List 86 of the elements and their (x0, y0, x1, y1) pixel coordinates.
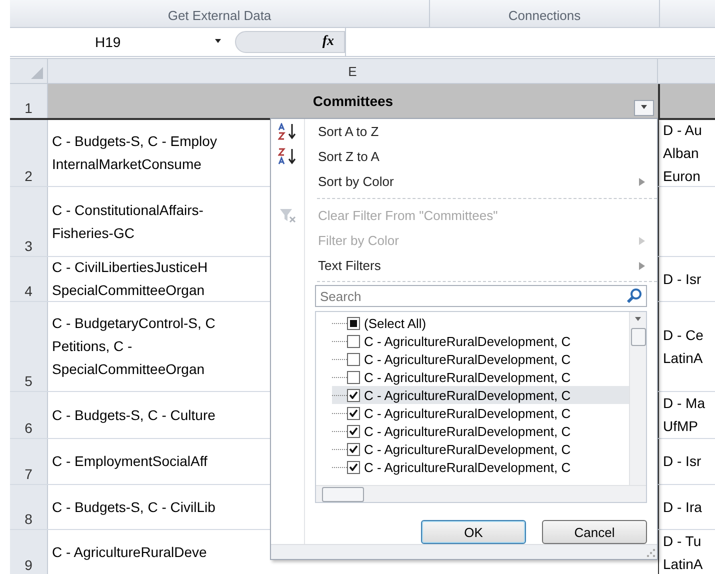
filter-value: C - AgricultureRuralDevelopment, C (364, 406, 571, 420)
scroll-thumb[interactable] (322, 486, 364, 502)
checkbox[interactable] (347, 388, 360, 402)
sort-ascending-icon (278, 123, 298, 140)
clear-filter-icon (279, 208, 297, 224)
row-header[interactable]: 7 (10, 439, 48, 484)
cell-text: InternalMarketConsume (52, 156, 202, 173)
horizontal-scrollbar[interactable] (316, 485, 646, 502)
menu-item[interactable]: Sort Z to A (305, 146, 657, 168)
resize-grip-icon[interactable] (647, 549, 655, 557)
cell-text: LatinA (663, 350, 703, 366)
submenu-arrow-icon (639, 236, 645, 244)
filter-value: C - AgricultureRuralDevelopment, C (364, 352, 571, 366)
cell-text: D - Tu (663, 532, 702, 550)
filter-value: (Select All) (364, 316, 426, 330)
filter-value: C - AgricultureRuralDevelopment, C (364, 370, 571, 384)
row-header[interactable]: 5 (10, 302, 48, 391)
cell-text: UfMP (663, 418, 698, 435)
filter-value-row[interactable]: C - AgricultureRuralDevelopment, C (332, 422, 629, 440)
filter-value: C - AgricultureRuralDevelopment, C (364, 388, 571, 402)
cell-text: C - EmploymentSocialAff (52, 453, 208, 470)
cell-text: SpecialCommitteeOrgan (52, 361, 205, 378)
menu-item[interactable]: Sort A to Z (305, 120, 657, 142)
name-box[interactable]: H19 (10, 28, 235, 56)
cell-text: Petitions, C - (52, 338, 132, 355)
row-header[interactable]: 2 (10, 120, 48, 186)
row-header[interactable]: 6 (10, 392, 48, 438)
search-icon (626, 288, 642, 304)
filter-dropdown-button[interactable] (634, 100, 654, 116)
checkbox[interactable] (347, 352, 360, 366)
cell-text: C - Budgets-S, C - Culture (52, 406, 216, 424)
cell-text: Fisheries-GC (52, 224, 134, 242)
checkbox[interactable] (347, 370, 360, 384)
scroll-thumb[interactable] (630, 328, 646, 346)
cell-text: C - CivilLibertiesJusticeH (52, 259, 208, 276)
search-field[interactable]: Search (315, 285, 647, 307)
cell-text: C - BudgetaryControl-S, C (52, 315, 216, 332)
menu-item[interactable]: Sort by Color (305, 170, 657, 192)
ribbon-group-label: Get External Data (10, 0, 430, 27)
filter-value: C - AgricultureRuralDevelopment, C (364, 442, 571, 456)
row-header[interactable]: 4 (10, 257, 48, 301)
filter-value-row[interactable]: C - AgricultureRuralDevelopment, C (332, 440, 629, 458)
filter-value: C - AgricultureRuralDevelopment, C (364, 334, 571, 348)
ribbon-group-label: Connections (430, 0, 660, 27)
vertical-scrollbar[interactable] (629, 312, 646, 485)
filter-value: C - AgricultureRuralDevelopment, C (364, 460, 571, 474)
checkbox[interactable] (347, 424, 360, 438)
filter-value-row[interactable]: C - AgricultureRuralDevelopment, C (332, 404, 629, 422)
submenu-arrow-icon (639, 178, 645, 186)
cell-text: SpecialCommitteeOrgan (52, 282, 205, 299)
cell-text: C - Budgets-S, C - CivilLib (52, 498, 216, 516)
filter-value-row[interactable]: C - AgricultureRuralDevelopment, C (332, 368, 629, 386)
cell-text: C - AgricultureRuralDeve (52, 544, 207, 561)
row-header[interactable]: 9 (10, 530, 48, 574)
submenu-arrow-icon (639, 262, 645, 270)
cell-text: D - Isr (663, 453, 702, 470)
cell-text: LatinA (663, 556, 703, 572)
cell-text: D - Isr (663, 270, 702, 288)
cell-text: C - ConstitutionalAffairs- (52, 202, 204, 218)
cell-text: C - Budgets-S, C - Employ (52, 133, 217, 150)
cell-text: D - Au (663, 122, 702, 138)
filter-value-row[interactable]: (Select All) (332, 314, 629, 332)
checkbox[interactable] (347, 460, 360, 474)
table-header-cell: Committees (48, 84, 658, 118)
checkbox[interactable] (347, 442, 360, 456)
filter-value-row[interactable]: C - AgricultureRuralDevelopment, C (332, 332, 629, 350)
cell-text: Alban (663, 144, 699, 162)
row-header[interactable]: 8 (10, 485, 48, 529)
filter-value-row[interactable]: C - AgricultureRuralDevelopment, C (332, 458, 629, 476)
sort-descending-icon (278, 148, 298, 165)
row-header[interactable]: 1 (10, 84, 48, 118)
cell-text: D - Ira (663, 498, 702, 516)
filter-value-row[interactable]: C - AgricultureRuralDevelopment, C (332, 386, 629, 404)
filter-value-row[interactable]: C - AgricultureRuralDevelopment, C (332, 350, 629, 368)
cell-text: D - Ma (663, 395, 705, 412)
filter-value: C - AgricultureRuralDevelopment, C (364, 424, 571, 438)
cancel-button[interactable]: Cancel (542, 520, 647, 544)
checkbox[interactable] (347, 406, 360, 420)
row-header[interactable]: 3 (10, 187, 48, 256)
menu-item[interactable]: Text Filters (305, 254, 657, 276)
cell-text: D - Ce (663, 326, 704, 344)
cell-text: Euron (663, 168, 700, 184)
function-button[interactable]: fx (322, 34, 334, 50)
checkbox[interactable] (347, 316, 360, 330)
ok-button[interactable]: OK (421, 520, 526, 544)
checkbox[interactable] (347, 334, 360, 348)
